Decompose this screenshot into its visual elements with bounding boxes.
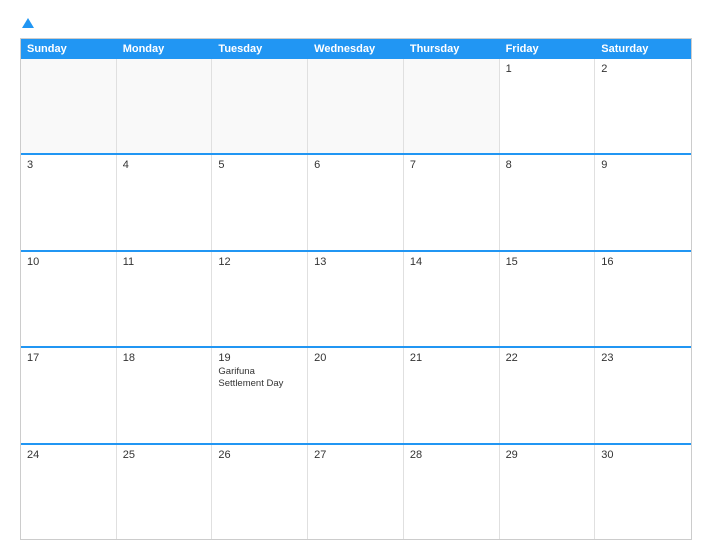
calendar-week-2: 3456789 bbox=[21, 155, 691, 251]
calendar-cell: 19 Garifuna Settlement Day bbox=[212, 348, 308, 442]
day-number: 9 bbox=[601, 159, 685, 171]
day-number: 8 bbox=[506, 159, 589, 171]
day-number: 30 bbox=[601, 449, 685, 461]
calendar-cell: 30 bbox=[595, 445, 691, 539]
day-number: 13 bbox=[314, 256, 397, 268]
page: SundayMondayTuesdayWednesdayThursdayFrid… bbox=[0, 0, 712, 550]
calendar-cell: 8 bbox=[500, 155, 596, 249]
day-number: 14 bbox=[410, 256, 493, 268]
calendar-cell: 24 bbox=[21, 445, 117, 539]
calendar-cell: 17 bbox=[21, 348, 117, 442]
calendar-cell bbox=[21, 59, 117, 153]
calendar-cell: 22 bbox=[500, 348, 596, 442]
calendar-cell: 25 bbox=[117, 445, 213, 539]
calendar-cell bbox=[212, 59, 308, 153]
calendar-cell: 27 bbox=[308, 445, 404, 539]
day-number: 25 bbox=[123, 449, 206, 461]
day-number: 21 bbox=[410, 352, 493, 364]
event-label: Garifuna Settlement Day bbox=[218, 366, 301, 391]
day-number: 28 bbox=[410, 449, 493, 461]
calendar-cell: 21 bbox=[404, 348, 500, 442]
calendar-cell: 4 bbox=[117, 155, 213, 249]
calendar: SundayMondayTuesdayWednesdayThursdayFrid… bbox=[20, 38, 692, 540]
day-number: 15 bbox=[506, 256, 589, 268]
calendar-cell: 2 bbox=[595, 59, 691, 153]
day-number: 19 bbox=[218, 352, 301, 364]
day-number: 6 bbox=[314, 159, 397, 171]
logo-triangle-icon bbox=[22, 18, 34, 28]
calendar-cell: 9 bbox=[595, 155, 691, 249]
calendar-cell: 3 bbox=[21, 155, 117, 249]
day-number: 18 bbox=[123, 352, 206, 364]
logo-blue-text bbox=[20, 16, 34, 30]
calendar-cell: 7 bbox=[404, 155, 500, 249]
calendar-cell: 14 bbox=[404, 252, 500, 346]
day-of-week-saturday: Saturday bbox=[595, 39, 691, 59]
calendar-cell: 20 bbox=[308, 348, 404, 442]
calendar-cell: 23 bbox=[595, 348, 691, 442]
day-number: 22 bbox=[506, 352, 589, 364]
day-number: 1 bbox=[506, 63, 589, 75]
day-number: 4 bbox=[123, 159, 206, 171]
day-of-week-thursday: Thursday bbox=[404, 39, 500, 59]
calendar-cell bbox=[404, 59, 500, 153]
day-number: 10 bbox=[27, 256, 110, 268]
day-of-week-sunday: Sunday bbox=[21, 39, 117, 59]
logo-text bbox=[20, 16, 34, 30]
day-number: 2 bbox=[601, 63, 685, 75]
calendar-week-4: 17 18 19 Garifuna Settlement Day 20 21 22 23 bbox=[21, 348, 691, 444]
day-number: 3 bbox=[27, 159, 110, 171]
calendar-cell: 10 bbox=[21, 252, 117, 346]
logo bbox=[20, 16, 34, 30]
calendar-cell: 1 bbox=[500, 59, 596, 153]
calendar-cell: 13 bbox=[308, 252, 404, 346]
calendar-cell bbox=[117, 59, 213, 153]
day-number: 16 bbox=[601, 256, 685, 268]
calendar-cell: 6 bbox=[308, 155, 404, 249]
day-number: 23 bbox=[601, 352, 685, 364]
day-number: 29 bbox=[506, 449, 589, 461]
day-number: 7 bbox=[410, 159, 493, 171]
day-of-week-tuesday: Tuesday bbox=[212, 39, 308, 59]
calendar-cell: 12 bbox=[212, 252, 308, 346]
header bbox=[20, 16, 692, 30]
day-number: 17 bbox=[27, 352, 110, 364]
day-number: 20 bbox=[314, 352, 397, 364]
calendar-cell: 28 bbox=[404, 445, 500, 539]
day-number: 24 bbox=[27, 449, 110, 461]
calendar-cell: 15 bbox=[500, 252, 596, 346]
day-number: 11 bbox=[123, 256, 206, 268]
calendar-cell: 18 bbox=[117, 348, 213, 442]
calendar-cell: 11 bbox=[117, 252, 213, 346]
calendar-cell: 5 bbox=[212, 155, 308, 249]
calendar-week-1: 12 bbox=[21, 59, 691, 155]
day-of-week-monday: Monday bbox=[117, 39, 213, 59]
calendar-week-3: 10 11 12 13 14 15 16 bbox=[21, 252, 691, 348]
day-number: 26 bbox=[218, 449, 301, 461]
calendar-cell: 29 bbox=[500, 445, 596, 539]
day-number: 27 bbox=[314, 449, 397, 461]
calendar-week-5: 24 25 26 27 28 29 30 bbox=[21, 445, 691, 539]
calendar-cell: 16 bbox=[595, 252, 691, 346]
calendar-cell bbox=[308, 59, 404, 153]
day-of-week-wednesday: Wednesday bbox=[308, 39, 404, 59]
calendar-body: 12345678910111213141516171819Garifuna Se… bbox=[21, 59, 691, 539]
calendar-header: SundayMondayTuesdayWednesdayThursdayFrid… bbox=[21, 39, 691, 59]
day-number: 5 bbox=[218, 159, 301, 171]
day-number: 12 bbox=[218, 256, 301, 268]
day-of-week-friday: Friday bbox=[500, 39, 596, 59]
calendar-cell: 26 bbox=[212, 445, 308, 539]
